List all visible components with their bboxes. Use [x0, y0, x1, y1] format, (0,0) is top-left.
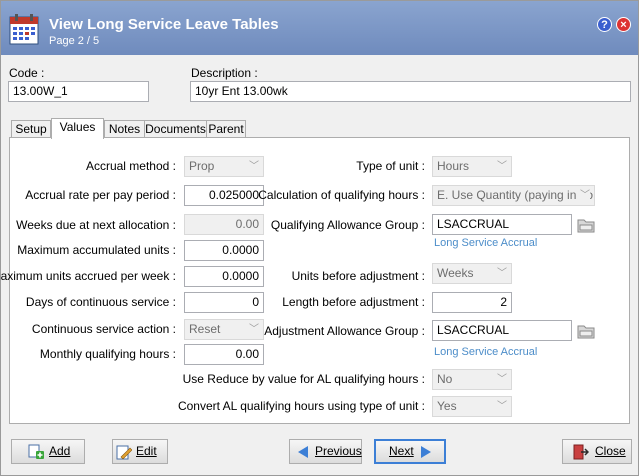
max-accumulated-label: Maximum accumulated units :: [17, 243, 176, 257]
max-per-week-field[interactable]: 0.0000: [184, 266, 264, 287]
folder-lookup-icon[interactable]: [577, 217, 595, 233]
chevron-down-icon: ﹀: [249, 324, 259, 335]
use-reduce-label: Use Reduce by value for AL qualifying ho…: [182, 372, 425, 386]
close-icon[interactable]: ×: [616, 17, 631, 32]
edit-button[interactable]: Edit: [112, 439, 168, 464]
max-accumulated-field[interactable]: 0.0000: [184, 240, 264, 261]
weeks-due-label: Weeks due at next allocation :: [16, 218, 176, 232]
tab-documents[interactable]: Documents: [144, 120, 207, 138]
length-before-field[interactable]: 2: [432, 292, 512, 313]
chevron-down-icon: ﹀: [497, 161, 507, 172]
code-label: Code :: [9, 66, 45, 80]
exit-icon: [573, 444, 589, 460]
tab-parent[interactable]: Parent: [206, 120, 246, 138]
qual-allowance-link[interactable]: Long Service Accrual: [434, 237, 537, 249]
days-continuous-field[interactable]: 0: [184, 292, 264, 313]
adj-allowance-field[interactable]: LSACCRUAL: [432, 320, 572, 341]
close-button[interactable]: Close: [562, 439, 632, 464]
convert-al-label: Convert AL qualifying hours using type o…: [177, 399, 425, 413]
description-label: Description :: [191, 66, 258, 80]
chevron-down-icon: ﹀: [497, 374, 507, 385]
accrual-method-label: Accrual method :: [85, 159, 176, 173]
weeks-due-field: 0.00: [184, 214, 264, 235]
adj-allowance-link[interactable]: Long Service Accrual: [434, 346, 537, 358]
code-field[interactable]: 13.00W_1: [8, 81, 149, 102]
units-before-select[interactable]: Weeks ﹀: [432, 263, 512, 284]
continuous-action-select[interactable]: Reset ﹀: [184, 319, 264, 340]
next-button[interactable]: Next: [374, 439, 446, 464]
use-reduce-select[interactable]: No ﹀: [432, 369, 512, 390]
accrual-method-select[interactable]: Prop ﹀: [184, 156, 264, 177]
tab-setup[interactable]: Setup: [11, 120, 51, 138]
title-bar: View Long Service Leave Tables Page 2 / …: [1, 1, 638, 55]
window-title: View Long Service Leave Tables: [49, 16, 279, 33]
days-continuous-label: Days of continuous service :: [25, 295, 176, 309]
add-icon: [28, 444, 44, 459]
max-per-week-label: Maximum units accrued per week :: [0, 269, 176, 283]
previous-button[interactable]: Previous: [289, 439, 362, 464]
window: View Long Service Leave Tables Page 2 / …: [0, 0, 639, 476]
chevron-down-icon: ﹀: [497, 268, 507, 279]
calc-qualifying-select[interactable]: E. Use Quantity (paying in ho ﹀: [432, 185, 595, 206]
length-before-label: Length before adjustment :: [282, 295, 425, 309]
chevron-down-icon: ﹀: [249, 161, 259, 172]
arrow-right-icon: [421, 446, 431, 458]
convert-al-select[interactable]: Yes ﹀: [432, 396, 512, 417]
calendar-icon: [9, 14, 39, 45]
edit-icon: [116, 445, 132, 460]
type-of-unit-select[interactable]: Hours ﹀: [432, 156, 512, 177]
qual-allowance-field[interactable]: LSACCRUAL: [432, 214, 572, 235]
calc-qualifying-label: Calculation of qualifying hours :: [258, 188, 425, 202]
tab-notes[interactable]: Notes: [104, 120, 145, 138]
units-before-label: Units before adjustment :: [291, 269, 425, 283]
help-icon[interactable]: ?: [597, 17, 612, 32]
monthly-hours-field[interactable]: 0.00: [184, 344, 264, 365]
description-field[interactable]: 10yr Ent 13.00wk: [190, 81, 631, 102]
page-indicator: Page 2 / 5: [49, 35, 100, 47]
accrual-rate-field[interactable]: 0.025000: [184, 185, 264, 206]
tab-values[interactable]: Values: [51, 118, 104, 139]
add-button[interactable]: Add: [11, 439, 85, 464]
monthly-hours-label: Monthly qualifying hours :: [39, 347, 176, 361]
adj-allowance-label: Adjustment Allowance Group :: [264, 324, 425, 338]
qual-allowance-label: Qualifying Allowance Group :: [270, 218, 425, 232]
type-of-unit-label: Type of unit :: [356, 159, 425, 173]
arrow-left-icon: [298, 446, 308, 458]
continuous-action-label: Continuous service action :: [31, 322, 176, 336]
folder-lookup-icon[interactable]: [577, 323, 595, 339]
chevron-down-icon: ﹀: [497, 401, 507, 412]
accrual-rate-label: Accrual rate per pay period :: [25, 188, 176, 202]
chevron-down-icon: ﹀: [580, 186, 590, 205]
